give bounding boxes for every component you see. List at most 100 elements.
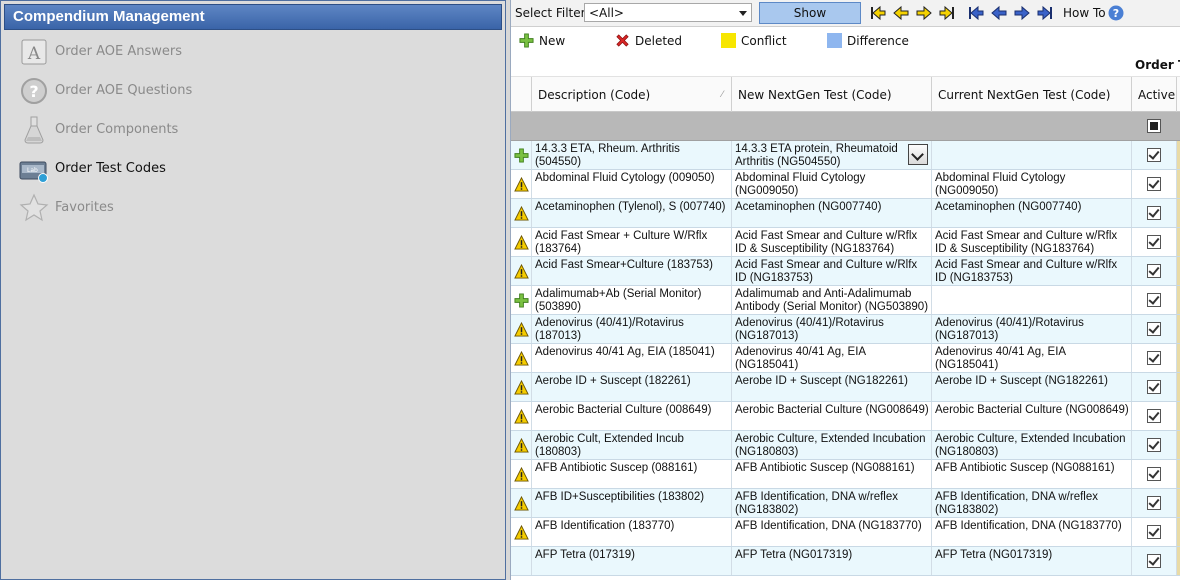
new-test-cell[interactable]: Adalimumab and Anti-Adalimumab Antibody … [732, 286, 932, 314]
nav-item-favorites[interactable]: Favorites [1, 188, 505, 227]
last-difference-icon[interactable] [939, 5, 955, 21]
active-checkbox[interactable] [1147, 438, 1161, 452]
active-checkbox[interactable] [1147, 235, 1161, 249]
active-checkbox[interactable] [1147, 322, 1161, 336]
new-test-cell[interactable]: 14.3.3 ETA protein, Rheumatoid Arthritis… [732, 141, 932, 169]
table-row[interactable]: Acid Fast Smear+Culture (183753) Acid Fas… [511, 257, 1180, 286]
description-cell[interactable]: 14.3.3 ETA, Rheum. Arthritis (504550) [532, 141, 732, 169]
new-test-cell[interactable]: AFB Antibiotic Suscep (NG088161) [732, 460, 932, 488]
column-header-new-test[interactable]: New NextGen Test (Code) [732, 77, 932, 112]
active-checkbox[interactable] [1147, 264, 1161, 278]
active-checkbox[interactable] [1147, 525, 1161, 539]
new-test-cell[interactable]: AFP Tetra (NG017319) [732, 547, 932, 575]
current-test-cell[interactable]: Abdominal Fluid Cytology (NG009050) [932, 170, 1132, 198]
first-record-icon[interactable] [968, 5, 984, 21]
current-test-cell[interactable]: Acid Fast Smear and Culture w/Rlfx ID (N… [932, 257, 1132, 285]
current-test-cell[interactable] [932, 286, 1132, 314]
nav-item-order-test-codes[interactable]: Lab Order Test Codes [1, 149, 505, 188]
nav-item-order-aoe-questions[interactable]: ? Order AOE Questions [1, 71, 505, 110]
filter-select[interactable]: <All> [584, 3, 752, 22]
new-test-cell[interactable]: Acid Fast Smear and Culture w/Rflx ID & … [732, 228, 932, 256]
current-test-cell[interactable]: AFB Identification, DNA (NG183770) [932, 518, 1132, 546]
table-row[interactable]: Adenovirus (40/41)/Rotavirus (187013) Ade… [511, 315, 1180, 344]
current-test-cell[interactable] [932, 141, 1132, 169]
new-test-cell[interactable]: Acid Fast Smear and Culture w/Rlfx ID (N… [732, 257, 932, 285]
table-row[interactable]: Aerobic Bacterial Culture (008649) Aerobi… [511, 402, 1180, 431]
new-test-cell[interactable]: AFB Identification, DNA (NG183770) [732, 518, 932, 546]
help-icon[interactable]: ? [1108, 5, 1124, 21]
new-test-cell[interactable]: Abdominal Fluid Cytology (NG009050) [732, 170, 932, 198]
previous-record-icon[interactable] [991, 5, 1007, 21]
active-checkbox[interactable] [1147, 467, 1161, 481]
active-checkbox[interactable] [1147, 380, 1161, 394]
new-test-cell[interactable]: Aerobic Culture, Extended Incubation (NG… [732, 431, 932, 459]
nav-item-order-aoe-answers[interactable]: A Order AOE Answers [1, 32, 505, 71]
current-test-cell[interactable]: AFB Antibiotic Suscep (NG088161) [932, 460, 1132, 488]
select-all-checkbox[interactable] [1147, 119, 1161, 133]
active-checkbox[interactable] [1147, 409, 1161, 423]
column-header-description[interactable]: Description (Code) ⁄ [532, 77, 732, 112]
active-checkbox[interactable] [1147, 496, 1161, 510]
current-test-cell[interactable]: AFP Tetra (NG017319) [932, 547, 1132, 575]
description-cell[interactable]: Abdominal Fluid Cytology (009050) [532, 170, 732, 198]
new-test-cell[interactable]: Adenovirus (40/41)/Rotavirus (NG187013) [732, 315, 932, 343]
column-header-active[interactable]: Active [1132, 77, 1177, 112]
table-row[interactable]: Adenovirus 40/41 Ag, EIA (185041) Adenovi… [511, 344, 1180, 373]
how-to-label[interactable]: How To [1063, 6, 1106, 20]
current-test-cell[interactable]: Adenovirus (40/41)/Rotavirus (NG187013) [932, 315, 1132, 343]
current-test-cell[interactable]: AFB Identification, DNA w/reflex (NG1838… [932, 489, 1132, 517]
new-test-cell[interactable]: AFB Identification, DNA w/reflex (NG1838… [732, 489, 932, 517]
active-checkbox[interactable] [1147, 148, 1161, 162]
active-checkbox[interactable] [1147, 554, 1161, 568]
new-test-cell[interactable]: Aerobic Bacterial Culture (NG008649) [732, 402, 932, 430]
table-row[interactable]: Abdominal Fluid Cytology (009050) Abdomin… [511, 170, 1180, 199]
active-checkbox[interactable] [1147, 206, 1161, 220]
description-cell[interactable]: Adenovirus (40/41)/Rotavirus (187013) [532, 315, 732, 343]
table-row[interactable]: Acid Fast Smear + Culture W/Rflx (183764… [511, 228, 1180, 257]
active-checkbox[interactable] [1147, 351, 1161, 365]
active-checkbox[interactable] [1147, 177, 1161, 191]
previous-difference-icon[interactable] [893, 5, 909, 21]
new-test-cell[interactable]: Aerobe ID + Suscept (NG182261) [732, 373, 932, 401]
description-cell[interactable]: Acetaminophen (Tylenol), S (007740) [532, 199, 732, 227]
table-row[interactable]: Aerobic Cult, Extended Incub (180803) Aer… [511, 431, 1180, 460]
description-cell[interactable]: Acid Fast Smear+Culture (183753) [532, 257, 732, 285]
show-differences-button[interactable]: Show Differences [759, 2, 861, 40]
description-cell[interactable]: AFB Identification (183770) [532, 518, 732, 546]
description-cell[interactable]: Aerobic Cult, Extended Incub (180803) [532, 431, 732, 459]
description-cell[interactable]: Acid Fast Smear + Culture W/Rflx (183764… [532, 228, 732, 256]
next-record-icon[interactable] [1014, 5, 1030, 21]
description-cell[interactable]: Aerobic Bacterial Culture (008649) [532, 402, 732, 430]
description-cell[interactable]: AFB Antibiotic Suscep (088161) [532, 460, 732, 488]
test-dropdown-button[interactable] [908, 144, 928, 165]
nav-item-order-components[interactable]: Order Components [1, 110, 505, 149]
description-cell[interactable]: AFB ID+Susceptibilities (183802) [532, 489, 732, 517]
column-header-current-test[interactable]: Current NextGen Test (Code) [932, 77, 1132, 112]
description-cell[interactable]: Adenovirus 40/41 Ag, EIA (185041) [532, 344, 732, 372]
table-row[interactable]: 14.3.3 ETA, Rheum. Arthritis (504550) 14.… [511, 141, 1180, 170]
first-difference-icon[interactable] [870, 5, 886, 21]
table-row[interactable]: Aerobe ID + Suscept (182261) Aerobe ID + … [511, 373, 1180, 402]
row-status-cell [511, 141, 532, 169]
current-test-cell[interactable]: Adenovirus 40/41 Ag, EIA (NG185041) [932, 344, 1132, 372]
current-test-cell[interactable]: Aerobic Bacterial Culture (NG008649) [932, 402, 1132, 430]
table-row[interactable]: Adalimumab+Ab (Serial Monitor) (503890) A… [511, 286, 1180, 315]
current-test-cell[interactable]: Acetaminophen (NG007740) [932, 199, 1132, 227]
row-status-cell [511, 315, 532, 343]
active-checkbox[interactable] [1147, 293, 1161, 307]
last-record-icon[interactable] [1037, 5, 1053, 21]
current-test-cell[interactable]: Aerobe ID + Suscept (NG182261) [932, 373, 1132, 401]
description-cell[interactable]: Adalimumab+Ab (Serial Monitor) (503890) [532, 286, 732, 314]
table-row[interactable]: Acetaminophen (Tylenol), S (007740) Aceta… [511, 199, 1180, 228]
description-cell[interactable]: Aerobe ID + Suscept (182261) [532, 373, 732, 401]
current-test-cell[interactable]: Acid Fast Smear and Culture w/Rflx ID & … [932, 228, 1132, 256]
new-test-cell[interactable]: Acetaminophen (NG007740) [732, 199, 932, 227]
table-row[interactable]: AFB Antibiotic Suscep (088161) AFB Antibi… [511, 460, 1180, 489]
next-difference-icon[interactable] [916, 5, 932, 21]
table-row[interactable]: AFB ID+Susceptibilities (183802) AFB Iden… [511, 489, 1180, 518]
description-cell[interactable]: AFP Tetra (017319) [532, 547, 732, 575]
table-row[interactable]: AFB Identification (183770) AFB Identific… [511, 518, 1180, 547]
current-test-cell[interactable]: Aerobic Culture, Extended Incubation (NG… [932, 431, 1132, 459]
table-row[interactable]: AFP Tetra (017319) AFP Tetra (NG017319) AF… [511, 547, 1180, 576]
new-test-cell[interactable]: Adenovirus 40/41 Ag, EIA (NG185041) [732, 344, 932, 372]
